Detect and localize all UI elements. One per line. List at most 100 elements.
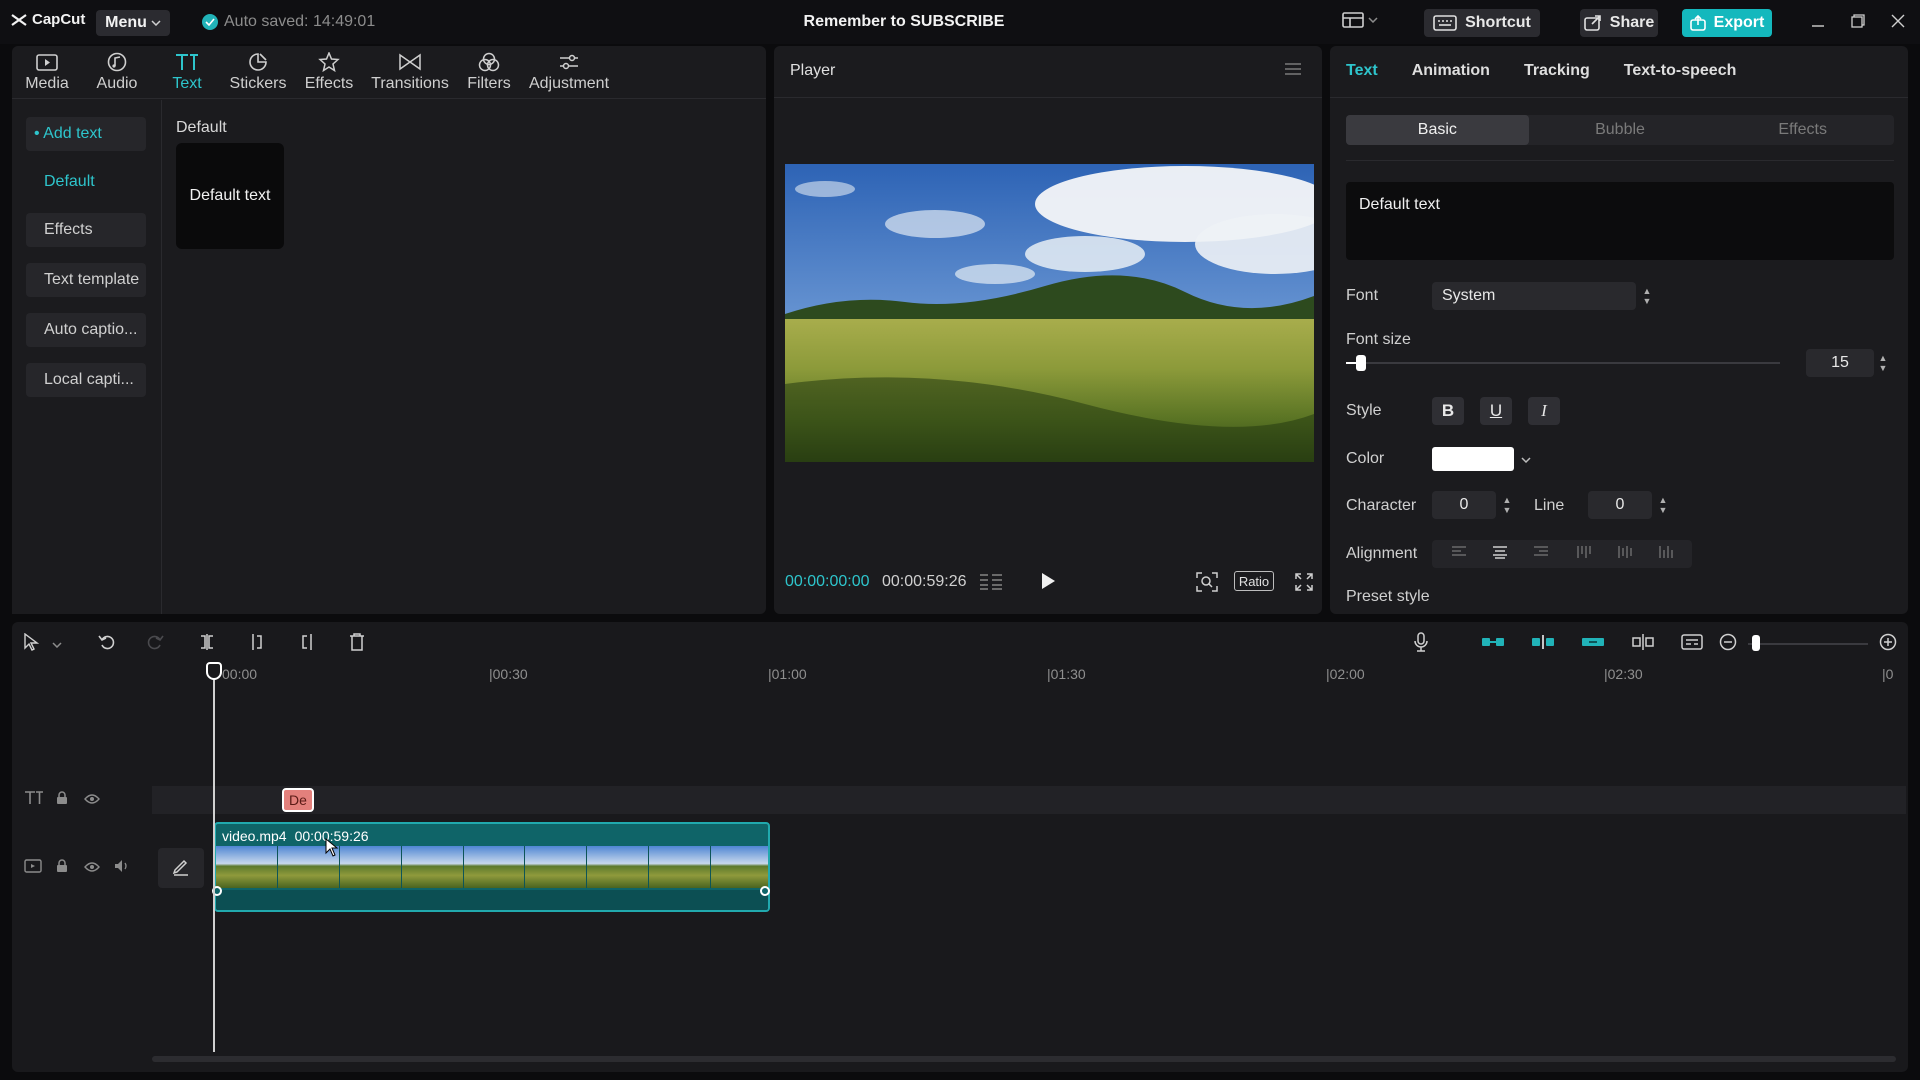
auto-snapping-button[interactable] xyxy=(1530,632,1556,656)
tab-tracking[interactable]: Tracking xyxy=(1524,62,1590,80)
video-clip[interactable]: video.mp4 00:00:59:26 xyxy=(214,822,770,912)
font-size-spinner[interactable]: ▲ ▼ xyxy=(1876,349,1890,377)
clip-trim-handle-right[interactable] xyxy=(760,886,770,896)
player-menu-button[interactable] xyxy=(1284,62,1302,81)
color-swatch[interactable] xyxy=(1432,447,1514,471)
preview-axis-button[interactable] xyxy=(1630,632,1656,656)
tab-animation[interactable]: Animation xyxy=(1412,62,1490,80)
linkage-button[interactable] xyxy=(1580,632,1606,656)
vertical-align-bottom-icon[interactable] xyxy=(1657,545,1674,564)
subtab-basic[interactable]: Basic xyxy=(1346,115,1529,145)
font-size-slider-track[interactable] xyxy=(1346,362,1780,364)
font-size-slider-thumb[interactable] xyxy=(1356,355,1366,371)
side-item-local-captions[interactable]: Local capti... xyxy=(26,363,146,397)
ratio-button[interactable]: Ratio xyxy=(1234,571,1274,591)
italic-button[interactable]: I xyxy=(1528,397,1560,425)
line-spinner[interactable]: ▲ ▼ xyxy=(1656,491,1670,519)
speaker-icon[interactable] xyxy=(114,859,130,878)
tab-text-to-speech[interactable]: Text-to-speech xyxy=(1624,62,1737,80)
microphone-icon xyxy=(1413,631,1429,657)
vertical-align-top-icon[interactable] xyxy=(1575,545,1591,564)
eye-icon[interactable] xyxy=(84,860,100,878)
tab-audio[interactable]: Audio xyxy=(82,50,152,98)
side-item-default[interactable]: Default xyxy=(26,165,146,199)
minimize-button[interactable] xyxy=(1806,12,1830,34)
align-left-icon[interactable] xyxy=(1451,545,1467,564)
default-text-card[interactable]: Default text xyxy=(176,143,284,249)
font-select[interactable]: System xyxy=(1432,282,1636,310)
clip-filename: video.mp4 xyxy=(222,828,287,844)
eye-icon[interactable] xyxy=(84,792,100,810)
select-tool-button[interactable] xyxy=(20,632,42,656)
keyboard-icon xyxy=(1433,15,1457,31)
restore-button[interactable] xyxy=(1846,12,1870,34)
side-item-text-template[interactable]: Text template xyxy=(26,263,146,297)
character-spinner[interactable]: ▲ ▼ xyxy=(1500,491,1514,519)
tab-media[interactable]: Media xyxy=(12,50,82,98)
delete-left-button[interactable] xyxy=(246,632,268,656)
vertical-align-middle-icon[interactable] xyxy=(1616,545,1632,564)
zoom-fit-button[interactable] xyxy=(1196,572,1218,597)
split-button[interactable] xyxy=(196,632,218,656)
total-time: 00:00:59:26 xyxy=(882,573,967,590)
clip-thumbnail xyxy=(649,846,712,888)
text-content-input[interactable]: Default text xyxy=(1346,182,1894,260)
fullscreen-icon xyxy=(1294,573,1314,596)
align-center-icon[interactable] xyxy=(1492,545,1508,564)
lock-icon[interactable] xyxy=(56,859,68,878)
trash-icon xyxy=(349,632,365,656)
timeline-ruler[interactable]: 00:00 |00:30 |01:00 |01:30 |02:00 |02:30… xyxy=(152,662,1908,684)
lock-icon[interactable] xyxy=(56,791,68,810)
zoom-out-button[interactable] xyxy=(1718,632,1738,656)
chevron-up-icon: ▲ xyxy=(1642,286,1652,296)
zoom-in-button[interactable] xyxy=(1878,632,1898,656)
tab-adjustment[interactable]: Adjustment xyxy=(522,50,616,98)
export-button[interactable]: Export xyxy=(1682,9,1772,37)
playhead-handle[interactable] xyxy=(206,662,222,680)
color-dropdown[interactable] xyxy=(1516,447,1536,471)
shortcut-button[interactable]: Shortcut xyxy=(1424,9,1540,37)
timecode-grid-button[interactable] xyxy=(978,573,1004,596)
tab-filters[interactable]: Filters xyxy=(456,50,522,98)
fullscreen-button[interactable] xyxy=(1294,572,1314,597)
delete-button[interactable] xyxy=(346,632,368,656)
tab-effects[interactable]: Effects xyxy=(294,50,364,98)
subtab-bubble[interactable]: Bubble xyxy=(1529,115,1712,145)
underline-button[interactable]: U xyxy=(1480,397,1512,425)
playhead-line[interactable] xyxy=(213,672,215,1052)
main-track-magnet-button[interactable] xyxy=(1480,632,1506,656)
subtab-effects[interactable]: Effects xyxy=(1711,115,1894,145)
undo-button[interactable] xyxy=(96,632,118,656)
bold-button[interactable]: B xyxy=(1432,397,1464,425)
text-clip[interactable]: De xyxy=(282,788,314,812)
redo-button[interactable] xyxy=(144,632,166,656)
add-text-button[interactable]: • Add text xyxy=(26,117,146,151)
side-item-auto-captions[interactable]: Auto captio... xyxy=(26,313,146,347)
split-icon xyxy=(199,633,215,656)
layout-button[interactable] xyxy=(1342,12,1378,28)
zoom-slider-thumb[interactable] xyxy=(1752,635,1760,651)
select-tool-dropdown[interactable] xyxy=(50,632,64,656)
delete-right-button[interactable] xyxy=(296,632,318,656)
subtitle-button[interactable] xyxy=(1680,632,1704,656)
play-button[interactable] xyxy=(1040,572,1056,595)
character-spacing-input[interactable]: 0 xyxy=(1432,491,1496,519)
video-preview[interactable] xyxy=(785,164,1314,462)
close-button[interactable] xyxy=(1886,12,1910,34)
tab-stickers[interactable]: Stickers xyxy=(222,50,294,98)
tab-text-props[interactable]: Text xyxy=(1346,62,1378,80)
font-spinner[interactable]: ▲ ▼ xyxy=(1640,282,1654,310)
record-audio-button[interactable] xyxy=(1410,631,1432,657)
tab-text[interactable]: Text xyxy=(152,50,222,98)
line-spacing-input[interactable]: 0 xyxy=(1588,491,1652,519)
align-right-icon[interactable] xyxy=(1533,545,1549,564)
share-button[interactable]: Share xyxy=(1580,9,1658,37)
properties-tabs: Text Animation Tracking Text-to-speech xyxy=(1346,62,1736,80)
tab-transitions[interactable]: Transitions xyxy=(364,50,456,98)
timeline-horizontal-scrollbar[interactable] xyxy=(152,1056,1896,1062)
side-item-effects[interactable]: Effects xyxy=(26,213,146,247)
font-size-input[interactable]: 15 xyxy=(1806,349,1874,377)
cursor-icon xyxy=(23,632,40,656)
cover-edit-button[interactable] xyxy=(158,848,204,888)
zoom-slider-track[interactable] xyxy=(1748,643,1868,645)
